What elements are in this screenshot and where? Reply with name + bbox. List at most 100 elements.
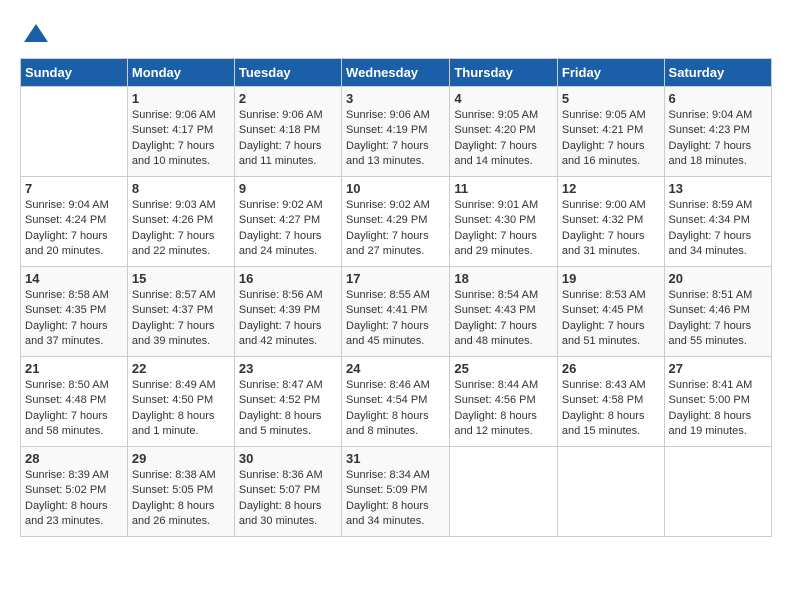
day-cell: 14 Sunrise: 8:58 AMSunset: 4:35 PMDaylig… xyxy=(21,267,128,357)
day-number: 26 xyxy=(562,361,660,376)
day-info: Sunrise: 8:36 AMSunset: 5:07 PMDaylight:… xyxy=(239,468,337,530)
day-info: Sunrise: 9:06 AMSunset: 4:19 PMDaylight:… xyxy=(346,108,445,170)
day-cell: 16 Sunrise: 8:56 AMSunset: 4:39 PMDaylig… xyxy=(234,267,341,357)
day-cell xyxy=(450,447,558,537)
week-row-5: 28 Sunrise: 8:39 AMSunset: 5:02 PMDaylig… xyxy=(21,447,772,537)
day-cell: 1 Sunrise: 9:06 AMSunset: 4:17 PMDayligh… xyxy=(127,87,234,177)
page-header xyxy=(20,20,772,48)
day-cell: 5 Sunrise: 9:05 AMSunset: 4:21 PMDayligh… xyxy=(557,87,664,177)
day-cell: 13 Sunrise: 8:59 AMSunset: 4:34 PMDaylig… xyxy=(664,177,771,267)
day-info: Sunrise: 8:55 AMSunset: 4:41 PMDaylight:… xyxy=(346,288,445,350)
calendar-body: 1 Sunrise: 9:06 AMSunset: 4:17 PMDayligh… xyxy=(21,87,772,537)
day-cell: 12 Sunrise: 9:00 AMSunset: 4:32 PMDaylig… xyxy=(557,177,664,267)
day-cell: 19 Sunrise: 8:53 AMSunset: 4:45 PMDaylig… xyxy=(557,267,664,357)
day-info: Sunrise: 9:06 AMSunset: 4:17 PMDaylight:… xyxy=(132,108,230,170)
logo xyxy=(20,20,52,48)
week-row-4: 21 Sunrise: 8:50 AMSunset: 4:48 PMDaylig… xyxy=(21,357,772,447)
day-cell xyxy=(557,447,664,537)
day-cell: 6 Sunrise: 9:04 AMSunset: 4:23 PMDayligh… xyxy=(664,87,771,177)
day-cell: 20 Sunrise: 8:51 AMSunset: 4:46 PMDaylig… xyxy=(664,267,771,357)
day-info: Sunrise: 8:47 AMSunset: 4:52 PMDaylight:… xyxy=(239,378,337,440)
day-number: 23 xyxy=(239,361,337,376)
day-number: 16 xyxy=(239,271,337,286)
day-info: Sunrise: 8:41 AMSunset: 5:00 PMDaylight:… xyxy=(669,378,767,440)
day-number: 5 xyxy=(562,91,660,106)
day-number: 24 xyxy=(346,361,445,376)
day-cell: 7 Sunrise: 9:04 AMSunset: 4:24 PMDayligh… xyxy=(21,177,128,267)
day-number: 6 xyxy=(669,91,767,106)
week-row-3: 14 Sunrise: 8:58 AMSunset: 4:35 PMDaylig… xyxy=(21,267,772,357)
day-number: 25 xyxy=(454,361,553,376)
day-cell: 17 Sunrise: 8:55 AMSunset: 4:41 PMDaylig… xyxy=(342,267,450,357)
day-number: 15 xyxy=(132,271,230,286)
day-number: 9 xyxy=(239,181,337,196)
day-number: 2 xyxy=(239,91,337,106)
day-cell: 28 Sunrise: 8:39 AMSunset: 5:02 PMDaylig… xyxy=(21,447,128,537)
day-cell: 26 Sunrise: 8:43 AMSunset: 4:58 PMDaylig… xyxy=(557,357,664,447)
day-info: Sunrise: 9:02 AMSunset: 4:29 PMDaylight:… xyxy=(346,198,445,260)
day-info: Sunrise: 8:39 AMSunset: 5:02 PMDaylight:… xyxy=(25,468,123,530)
day-info: Sunrise: 8:54 AMSunset: 4:43 PMDaylight:… xyxy=(454,288,553,350)
day-number: 4 xyxy=(454,91,553,106)
day-number: 20 xyxy=(669,271,767,286)
day-info: Sunrise: 8:43 AMSunset: 4:58 PMDaylight:… xyxy=(562,378,660,440)
day-cell: 2 Sunrise: 9:06 AMSunset: 4:18 PMDayligh… xyxy=(234,87,341,177)
logo-icon xyxy=(22,20,50,48)
day-info: Sunrise: 8:34 AMSunset: 5:09 PMDaylight:… xyxy=(346,468,445,530)
day-cell: 8 Sunrise: 9:03 AMSunset: 4:26 PMDayligh… xyxy=(127,177,234,267)
day-info: Sunrise: 8:59 AMSunset: 4:34 PMDaylight:… xyxy=(669,198,767,260)
day-header-sunday: Sunday xyxy=(21,59,128,87)
day-number: 18 xyxy=(454,271,553,286)
day-number: 19 xyxy=(562,271,660,286)
day-number: 1 xyxy=(132,91,230,106)
day-header-wednesday: Wednesday xyxy=(342,59,450,87)
day-number: 7 xyxy=(25,181,123,196)
calendar-header-row: SundayMondayTuesdayWednesdayThursdayFrid… xyxy=(21,59,772,87)
day-cell: 24 Sunrise: 8:46 AMSunset: 4:54 PMDaylig… xyxy=(342,357,450,447)
day-cell xyxy=(21,87,128,177)
day-number: 17 xyxy=(346,271,445,286)
day-number: 30 xyxy=(239,451,337,466)
week-row-2: 7 Sunrise: 9:04 AMSunset: 4:24 PMDayligh… xyxy=(21,177,772,267)
day-info: Sunrise: 8:57 AMSunset: 4:37 PMDaylight:… xyxy=(132,288,230,350)
day-info: Sunrise: 9:02 AMSunset: 4:27 PMDaylight:… xyxy=(239,198,337,260)
day-number: 11 xyxy=(454,181,553,196)
day-info: Sunrise: 8:46 AMSunset: 4:54 PMDaylight:… xyxy=(346,378,445,440)
day-cell: 27 Sunrise: 8:41 AMSunset: 5:00 PMDaylig… xyxy=(664,357,771,447)
day-info: Sunrise: 9:04 AMSunset: 4:23 PMDaylight:… xyxy=(669,108,767,170)
day-info: Sunrise: 9:05 AMSunset: 4:21 PMDaylight:… xyxy=(562,108,660,170)
day-number: 14 xyxy=(25,271,123,286)
day-info: Sunrise: 8:56 AMSunset: 4:39 PMDaylight:… xyxy=(239,288,337,350)
day-number: 31 xyxy=(346,451,445,466)
day-info: Sunrise: 8:49 AMSunset: 4:50 PMDaylight:… xyxy=(132,378,230,440)
day-cell: 21 Sunrise: 8:50 AMSunset: 4:48 PMDaylig… xyxy=(21,357,128,447)
day-number: 27 xyxy=(669,361,767,376)
day-number: 12 xyxy=(562,181,660,196)
day-cell: 3 Sunrise: 9:06 AMSunset: 4:19 PMDayligh… xyxy=(342,87,450,177)
day-cell: 22 Sunrise: 8:49 AMSunset: 4:50 PMDaylig… xyxy=(127,357,234,447)
day-cell: 9 Sunrise: 9:02 AMSunset: 4:27 PMDayligh… xyxy=(234,177,341,267)
day-cell: 30 Sunrise: 8:36 AMSunset: 5:07 PMDaylig… xyxy=(234,447,341,537)
day-info: Sunrise: 8:50 AMSunset: 4:48 PMDaylight:… xyxy=(25,378,123,440)
calendar-table: SundayMondayTuesdayWednesdayThursdayFrid… xyxy=(20,58,772,537)
day-info: Sunrise: 9:05 AMSunset: 4:20 PMDaylight:… xyxy=(454,108,553,170)
day-header-friday: Friday xyxy=(557,59,664,87)
day-header-thursday: Thursday xyxy=(450,59,558,87)
day-number: 28 xyxy=(25,451,123,466)
day-info: Sunrise: 9:01 AMSunset: 4:30 PMDaylight:… xyxy=(454,198,553,260)
day-cell: 18 Sunrise: 8:54 AMSunset: 4:43 PMDaylig… xyxy=(450,267,558,357)
day-info: Sunrise: 9:00 AMSunset: 4:32 PMDaylight:… xyxy=(562,198,660,260)
day-cell: 15 Sunrise: 8:57 AMSunset: 4:37 PMDaylig… xyxy=(127,267,234,357)
day-number: 8 xyxy=(132,181,230,196)
day-header-monday: Monday xyxy=(127,59,234,87)
day-info: Sunrise: 8:38 AMSunset: 5:05 PMDaylight:… xyxy=(132,468,230,530)
day-info: Sunrise: 8:58 AMSunset: 4:35 PMDaylight:… xyxy=(25,288,123,350)
day-number: 10 xyxy=(346,181,445,196)
week-row-1: 1 Sunrise: 9:06 AMSunset: 4:17 PMDayligh… xyxy=(21,87,772,177)
day-cell: 4 Sunrise: 9:05 AMSunset: 4:20 PMDayligh… xyxy=(450,87,558,177)
day-number: 22 xyxy=(132,361,230,376)
day-cell: 10 Sunrise: 9:02 AMSunset: 4:29 PMDaylig… xyxy=(342,177,450,267)
day-cell xyxy=(664,447,771,537)
day-cell: 29 Sunrise: 8:38 AMSunset: 5:05 PMDaylig… xyxy=(127,447,234,537)
day-header-tuesday: Tuesday xyxy=(234,59,341,87)
